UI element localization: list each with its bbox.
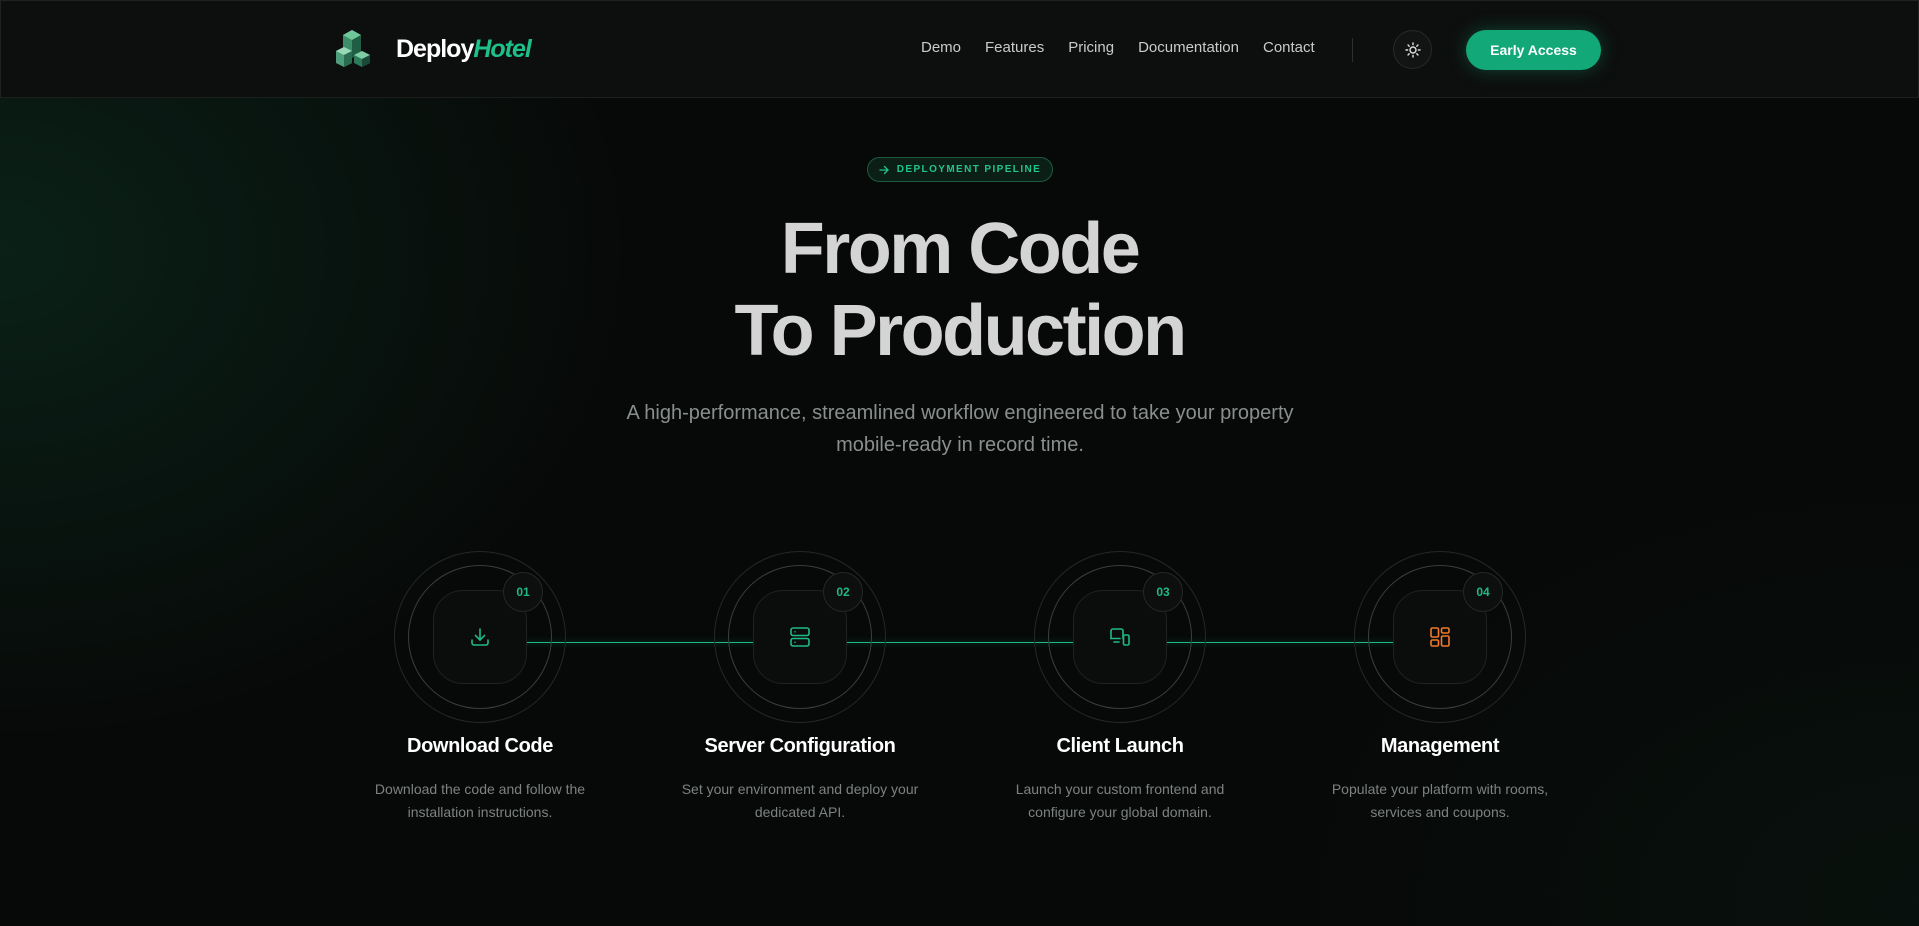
pipeline-connector-line — [470, 642, 1456, 643]
step-description: Populate your platform with rooms, servi… — [1331, 781, 1549, 820]
nav-link-documentation[interactable]: Documentation — [1138, 39, 1239, 56]
step-title: Client Launch — [1056, 735, 1184, 757]
step-number-badge: 03 — [1143, 572, 1183, 612]
step-description: Launch your custom frontend and configur… — [1015, 781, 1225, 820]
badge-label: DEPLOYMENT PIPELINE — [896, 164, 1042, 175]
pipeline-step-management: 04 Management Populate your platform wit… — [1320, 551, 1560, 841]
download-icon — [471, 628, 489, 646]
arrow-right-icon — [879, 165, 889, 174]
step-description: Download the code and follow the install… — [374, 781, 586, 820]
nav-link-contact[interactable]: Contact — [1263, 39, 1315, 56]
theme-toggle-button[interactable] — [1393, 30, 1432, 69]
hotel-logo-icon[interactable] — [330, 27, 376, 73]
step-number-badge: 04 — [1463, 572, 1503, 612]
step-title: Server Configuration — [704, 735, 896, 757]
pipeline-step-download: 01 Download Code Download the code and f… — [360, 551, 600, 841]
brand-name-accent: Hotel — [473, 35, 531, 63]
brand-name-primary: Deploy — [396, 35, 474, 63]
hero-title-line-2: To Production — [734, 291, 1187, 371]
step-number-badge: 01 — [503, 572, 543, 612]
step-title: Management — [1380, 735, 1500, 757]
early-access-button[interactable]: Early Access — [1466, 30, 1601, 70]
hero-subtitle: A high-performance, streamlined workflow… — [626, 402, 1294, 456]
nav-divider — [1352, 38, 1353, 62]
section-badge: DEPLOYMENT PIPELINE — [867, 157, 1053, 182]
step-number-badge: 02 — [823, 572, 863, 612]
sun-icon — [1404, 41, 1421, 58]
nav-link-pricing[interactable]: Pricing — [1068, 39, 1114, 56]
pipeline-step-server: 02 Server Configuration Set your environ… — [680, 551, 920, 841]
top-navbar: DeployHotel Demo Features Pricing Docume… — [0, 0, 1919, 98]
dashboard-icon — [1430, 627, 1450, 647]
nav-link-demo[interactable]: Demo — [921, 39, 961, 56]
nav-link-features[interactable]: Features — [985, 39, 1044, 56]
step-description: Set your environment and deploy your ded… — [681, 781, 919, 820]
pipeline-step-client: 03 Client Launch Launch your custom fron… — [1000, 551, 1240, 841]
devices-icon — [1110, 628, 1130, 646]
brand-wordmark[interactable]: DeployHotel — [396, 35, 532, 64]
nav-links: Demo Features Pricing Documentation Cont… — [921, 39, 1339, 56]
step-title: Download Code — [407, 735, 553, 757]
hero-title-line-1: From Code — [780, 209, 1141, 289]
hero-title: From Code To Production — [0, 208, 1919, 372]
server-icon — [790, 627, 810, 647]
